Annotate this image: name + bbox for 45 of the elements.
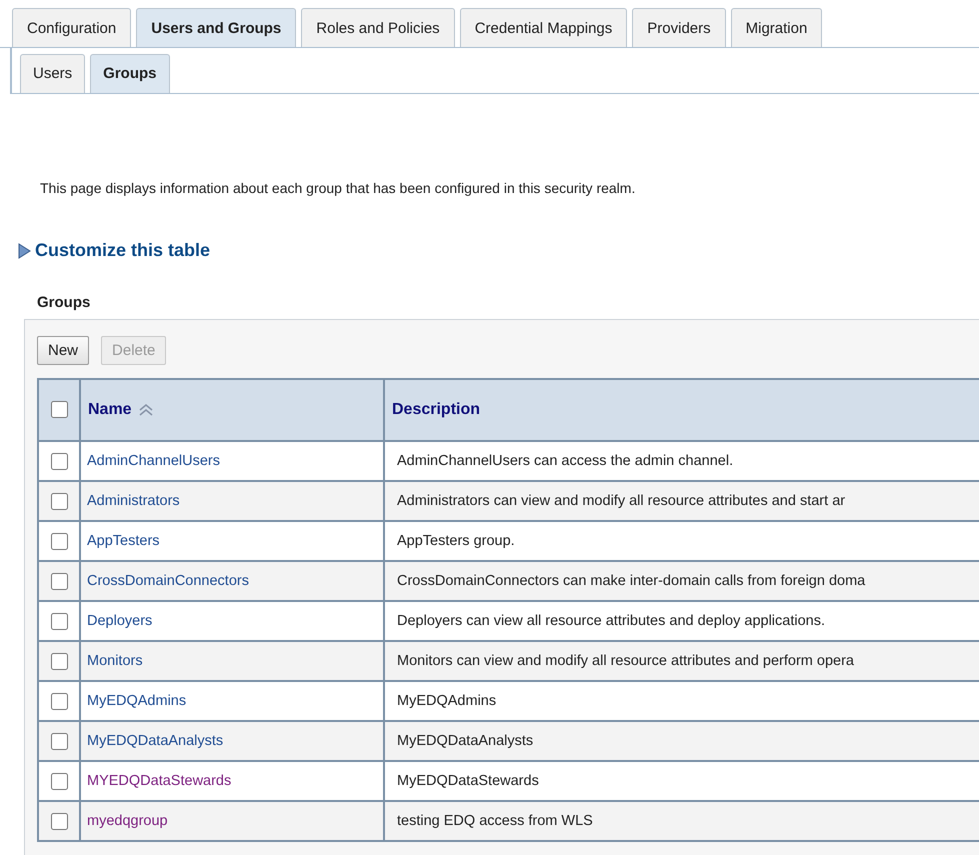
row-checkbox[interactable] [50,772,68,790]
row-checkbox[interactable] [50,732,68,750]
row-checkbox[interactable] [50,572,68,590]
table-cell-text: testing EDQ access from WLS [396,813,593,829]
group-name-link[interactable]: myedqgroup [87,813,168,829]
row-checkbox[interactable] [50,612,68,630]
tab[interactable]: Providers [632,8,726,47]
customize-link[interactable]: Customize this table [35,240,210,261]
table-cell-text: MyEDQDataAnalysts [396,733,534,749]
expand-icon [17,242,31,258]
tab[interactable]: Migration [730,8,822,47]
column-header[interactable]: Name [80,379,384,441]
tab[interactable]: Roles and Policies [301,8,455,47]
table-cell-text: MyEDQDataStewards [396,773,539,789]
row-checkbox[interactable] [50,652,68,670]
tab[interactable]: Configuration [12,8,132,47]
select-all-checkbox[interactable] [50,401,68,418]
row-checkbox[interactable] [50,452,68,470]
column-header[interactable]: Description [384,379,979,441]
table-cell-text: MyEDQAdmins [396,693,496,709]
page-description: This page displays information about each group that has been configured in this security realm. [40,180,636,196]
group-name-link[interactable]: AppTesters [87,533,160,549]
tab[interactable]: Users [20,54,86,93]
table-cell-text: Deployers can view all resource attributes and deploy applications. [396,613,825,629]
table-title: Groups [37,294,92,311]
table-cell-text: Administrators can view and modify all resource attributes and start ar [396,493,846,509]
group-name-link[interactable]: Deployers [87,613,152,629]
group-name-link[interactable]: MYEDQDataStewards [87,773,232,789]
table-cell-text: AdminChannelUsers can access the admin channel. [396,453,734,469]
group-name-link[interactable]: AdminChannelUsers [87,453,220,469]
group-name-link[interactable]: Administrators [87,493,180,509]
row-checkbox[interactable] [50,812,68,830]
table-cell-text: AppTesters group. [396,533,515,549]
tab[interactable]: Groups [90,54,170,93]
row-checkbox[interactable] [50,692,68,710]
group-name-link[interactable]: MyEDQDataAnalysts [87,733,224,749]
table-cell-text: CrossDomainConnectors can make inter-domain calls from foreign doma [396,573,866,589]
group-name-link[interactable]: Monitors [87,653,143,669]
action-button[interactable]: New [37,336,90,365]
group-name-link[interactable]: MyEDQAdmins [87,693,186,709]
tab[interactable]: Credential Mappings [460,8,628,47]
row-checkbox[interactable] [50,532,68,550]
tab[interactable]: Users and Groups [136,8,296,47]
table-cell-text: Monitors can view and modify all resource attributes and perform opera [396,653,854,669]
row-checkbox[interactable] [50,492,68,510]
